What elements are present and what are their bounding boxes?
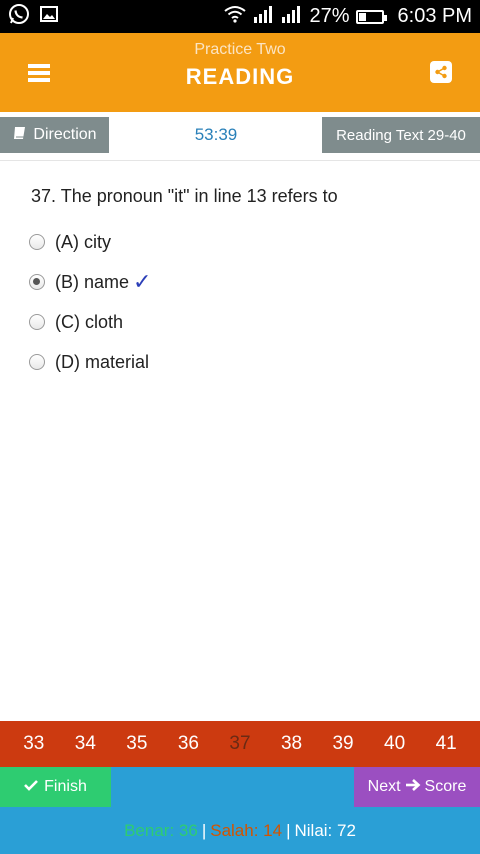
option-label: (A) city xyxy=(55,231,111,252)
option-label: (C) cloth xyxy=(55,311,124,332)
option-label: (D) material xyxy=(55,351,150,372)
page-number[interactable]: 40 xyxy=(384,733,405,755)
radio-button[interactable] xyxy=(29,354,45,370)
whatsapp-icon xyxy=(8,3,30,30)
answer-options: (A) city (B) name ✓ (C) cloth (D) materi… xyxy=(29,222,449,382)
option-d[interactable]: (D) material xyxy=(29,342,449,382)
radio-button[interactable] xyxy=(29,314,45,330)
tab-bar: Direction 53:39 Reading Text 29-40 xyxy=(0,112,480,158)
page-number[interactable]: 34 xyxy=(75,733,96,755)
reading-text-button[interactable]: Reading Text 29-40 xyxy=(322,117,480,153)
countdown-timer: 53:39 xyxy=(194,125,238,144)
share-icon[interactable] xyxy=(430,61,452,83)
status-bar: 27% 6:03 PM xyxy=(0,0,480,33)
page-number[interactable]: 39 xyxy=(332,733,353,755)
wifi-icon xyxy=(223,5,247,29)
question-pagination: 33 34 35 36 37 38 39 40 41 xyxy=(0,721,480,767)
direction-button[interactable]: Direction xyxy=(0,117,109,153)
app-header: Practice Two READING xyxy=(0,33,480,112)
check-icon xyxy=(24,778,39,796)
battery-icon xyxy=(355,9,387,24)
clock: 6:03 PM xyxy=(397,5,472,27)
correct-check-icon: ✓ xyxy=(133,269,152,294)
separator: | xyxy=(286,820,291,840)
page-number[interactable]: 35 xyxy=(126,733,147,755)
question-text: 37. The pronoun "it" in line 13 refers t… xyxy=(31,186,338,206)
radio-button[interactable] xyxy=(29,234,45,250)
image-icon xyxy=(40,5,58,28)
page-number[interactable]: 41 xyxy=(436,733,457,755)
option-b[interactable]: (B) name ✓ xyxy=(29,262,449,302)
arrow-right-icon xyxy=(405,778,421,797)
radio-button-selected[interactable] xyxy=(29,274,45,290)
battery-percent: 27% xyxy=(309,5,350,27)
score-value: Nilai: 72 xyxy=(294,820,356,840)
page-number-current[interactable]: 37 xyxy=(229,733,250,755)
signal-icon xyxy=(253,5,275,29)
book-icon xyxy=(12,125,28,146)
option-label: (B) name xyxy=(55,271,130,292)
page-number[interactable]: 36 xyxy=(178,733,199,755)
finish-label: Finish xyxy=(44,778,87,795)
page-title: READING xyxy=(185,64,295,89)
direction-label: Direction xyxy=(33,126,97,143)
action-bar: Finish Next Score xyxy=(0,767,480,807)
next-score-button[interactable]: Next Score xyxy=(354,767,480,807)
signal-icon xyxy=(281,5,303,29)
score-label: Score xyxy=(424,778,467,795)
divider xyxy=(0,160,480,161)
header-subtitle: Practice Two xyxy=(194,41,286,58)
finish-button[interactable]: Finish xyxy=(0,767,111,807)
option-a[interactable]: (A) city xyxy=(29,222,449,262)
wrong-count: Salah: 14 xyxy=(210,820,283,840)
score-summary: Benar: 36 | Salah: 14 | Nilai: 72 xyxy=(0,807,480,854)
separator: | xyxy=(201,820,207,840)
correct-count: Benar: 36 xyxy=(124,820,198,840)
next-label: Next xyxy=(367,778,401,795)
page-number[interactable]: 38 xyxy=(281,733,302,755)
option-c[interactable]: (C) cloth xyxy=(29,302,449,342)
page-number[interactable]: 33 xyxy=(23,733,44,755)
